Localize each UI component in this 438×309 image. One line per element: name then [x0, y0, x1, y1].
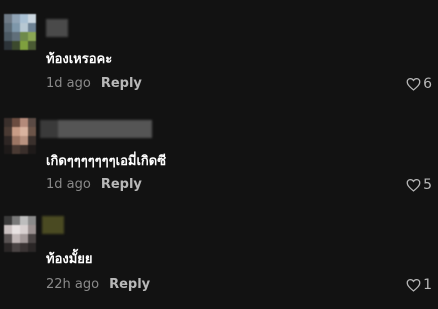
comment-text: ท้องเหรอคะ	[46, 52, 113, 67]
comment-item: ท้องเหรอคะ 1d ago Reply 6	[0, 0, 438, 100]
like-count: 1	[423, 277, 432, 293]
comment-text: ท้องมั้ยย	[46, 252, 93, 267]
like-button[interactable]: 1	[406, 277, 432, 293]
reply-button[interactable]: Reply	[101, 177, 142, 192]
comment-item: ท้องมั้ยย 22h ago Reply 1	[0, 205, 438, 305]
comment-meta: 1d ago Reply	[46, 76, 142, 91]
comment-time: 1d ago	[46, 177, 91, 192]
like-count: 5	[423, 177, 432, 193]
heart-outline-icon	[406, 77, 421, 91]
avatar[interactable]	[4, 118, 36, 154]
comment-meta: 1d ago Reply	[46, 177, 142, 192]
comment-item: เกิดๆๆๆๆๆๆๆเอมี่เกิดซี 1d ago Reply 5	[0, 102, 438, 202]
like-count: 6	[423, 76, 432, 92]
reply-button[interactable]: Reply	[101, 76, 142, 91]
avatar[interactable]	[4, 216, 36, 252]
username-blurred[interactable]	[42, 216, 64, 234]
comment-meta: 22h ago Reply	[46, 277, 150, 292]
comment-time: 1d ago	[46, 76, 91, 91]
username-blurred[interactable]	[46, 19, 68, 37]
comment-text: เกิดๆๆๆๆๆๆๆเอมี่เกิดซี	[46, 154, 167, 169]
avatar[interactable]	[4, 14, 36, 50]
comment-time: 22h ago	[46, 277, 100, 292]
like-button[interactable]: 5	[406, 177, 432, 193]
like-button[interactable]: 6	[406, 76, 432, 92]
reply-button[interactable]: Reply	[109, 277, 150, 292]
username-blurred[interactable]	[40, 120, 152, 138]
heart-outline-icon	[406, 278, 421, 292]
heart-outline-icon	[406, 178, 421, 192]
